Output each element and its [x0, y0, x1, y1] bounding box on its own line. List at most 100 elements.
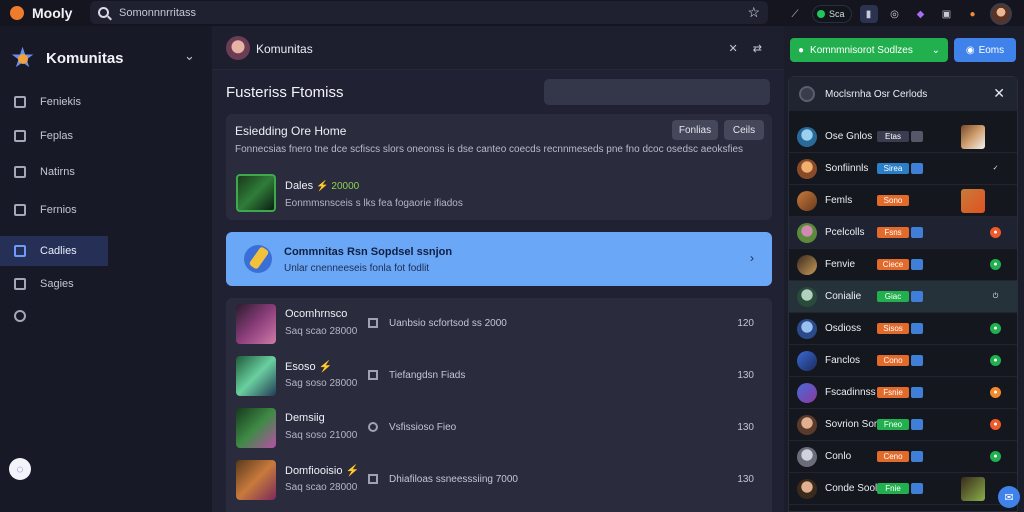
community-avatar[interactable]	[226, 36, 250, 60]
member-row[interactable]: Fenvie Ciece ●	[789, 249, 1017, 281]
member-badge: Ciece	[877, 259, 909, 270]
row-thumbnail	[236, 408, 276, 448]
help-icon[interactable]: ◌	[9, 458, 31, 480]
member-avatar	[797, 447, 817, 467]
gem-icon[interactable]: ◆	[912, 5, 930, 23]
member-row[interactable]: Pcelcolls Fsns ●	[789, 217, 1017, 249]
promo-subtitle: Unlar cnenneeseis fonla fot fodlit	[284, 263, 430, 274]
shield-icon	[14, 166, 26, 178]
member-avatar	[797, 127, 817, 147]
row-thumbnail	[236, 304, 276, 344]
search-input[interactable]: Somonnnrritass ☆	[90, 1, 768, 24]
top-bar: Mooly Somonnnrritass ☆ ⟋ Sca ▮ ◎ ◆ ▣ ●	[0, 0, 1024, 26]
status-pill[interactable]: Sca	[812, 5, 852, 23]
member-badge: Fsnie	[877, 387, 909, 398]
sidebar-item-sagies[interactable]: Sagies	[0, 269, 108, 299]
sidebar-item-label: Feniekis	[40, 96, 81, 108]
sidebar-item-feplas[interactable]: Feplas	[0, 121, 108, 151]
member-avatar	[797, 319, 817, 339]
game-tag: ⚡ 20000	[316, 181, 360, 192]
member-avatar	[797, 223, 817, 243]
member-avatar	[797, 255, 817, 275]
community-logo-icon	[10, 41, 36, 74]
featured-button-1[interactable]: Fonlias	[672, 120, 718, 140]
star-icon[interactable]: ☆	[747, 4, 760, 21]
chevron-down-icon[interactable]: ⌄	[184, 48, 195, 64]
member-avatar	[797, 287, 817, 307]
featured-card: Esiedding Ore Home Fonlias Ceils Fonnecs…	[226, 114, 772, 220]
image-icon[interactable]: ▣	[938, 5, 956, 23]
member-row[interactable]: Conlo Ceno ●	[789, 441, 1017, 473]
members-panel-header: Moclsrnha Osr Cerlods ✕	[789, 77, 1017, 111]
chat-bubble-icon[interactable]: ✉	[998, 486, 1020, 508]
list-item[interactable]: Domfiooisio ⚡ Saq scao 28000 Dhiafiloas …	[226, 454, 772, 506]
user-avatar[interactable]	[989, 3, 1012, 25]
member-name: Conlo	[825, 451, 852, 462]
member-name: Conialie	[825, 291, 862, 302]
sidebar-item-feniekis[interactable]: Feniekis	[0, 87, 108, 117]
row-count: 130	[737, 370, 754, 381]
member-avatar	[797, 351, 817, 371]
discord-icon[interactable]: ◎	[886, 5, 904, 23]
member-avatar	[797, 479, 817, 499]
member-row[interactable]: Sovrion Soraiaeiis Fneo ●	[789, 409, 1017, 441]
flag-icon[interactable]: ⟋	[786, 5, 804, 23]
member-badge: Sisos	[877, 323, 909, 334]
sidebar-item-extra[interactable]	[0, 301, 108, 331]
bookmark-icon[interactable]: ▮	[859, 5, 878, 23]
community-name: Komunitas	[256, 42, 313, 56]
featured-button-2[interactable]: Ceils	[724, 120, 764, 140]
row-name: Demsiig	[285, 412, 325, 424]
app-logo-icon[interactable]	[10, 6, 24, 20]
member-row[interactable]: Fanclos Cono ●	[789, 345, 1017, 377]
sidebar-item-cadlies[interactable]: Cadlies	[0, 236, 108, 266]
member-badge: Etas	[877, 131, 909, 142]
community-dropdown-button[interactable]: ● Komnmnisorot Sodlzes ⌄	[790, 38, 948, 62]
member-badge: Sono	[877, 195, 909, 206]
header-actions[interactable]: ✕ ⇄	[729, 42, 769, 55]
home-button[interactable]: ◉ Eoms	[954, 38, 1016, 62]
member-row[interactable]: Conde Soola Fnie	[789, 473, 1017, 505]
status-dot-icon: ●	[990, 451, 1001, 462]
status-label: Sca	[829, 9, 845, 19]
member-avatar	[797, 191, 817, 211]
promo-banner[interactable]: Commnitas Rsn Sopdsel ssnjon Unlar cnenn…	[226, 232, 772, 286]
fire-icon[interactable]: ●	[964, 5, 982, 23]
game-list: Ocomhrnsco Saq scao 28000 Uanbsio scfort…	[226, 298, 772, 512]
sidebar-header[interactable]: Komunitas	[0, 26, 212, 90]
sidebar-item-fernios[interactable]: Fernios	[0, 195, 108, 225]
close-icon[interactable]: ✕	[993, 85, 1005, 102]
game-subtitle: Eonmmsnsceis s lks fea fogaorie ifiados	[285, 198, 463, 209]
member-name: Sonfiinnls	[825, 163, 869, 174]
row-desc: Vsfissioso Fieo	[389, 422, 457, 433]
row-count: 130	[737, 422, 754, 433]
member-row[interactable]: Femls Sono	[789, 185, 1017, 217]
list-item[interactable]: Demsiig Saq soso 21000 Vsfissioso Fieo 1…	[226, 402, 772, 454]
list-item[interactable]: Esoso ⚡ Sag soso 28000 Tiefangdsn Fiads …	[226, 350, 772, 402]
row-name: Ocomhrnsco	[285, 308, 348, 320]
row-name: Domfiooisio ⚡	[285, 465, 360, 477]
game-thumbnail[interactable]	[236, 174, 276, 212]
list-item[interactable]: Ocomhrnsco Saq scao 28000 Uanbsio scfort…	[226, 298, 772, 350]
member-media	[961, 125, 985, 149]
member-row[interactable]: Ose Gnlos Etas	[789, 121, 1017, 153]
row-sub: Saq scao 28000	[285, 326, 358, 337]
main-search-input[interactable]	[544, 79, 770, 105]
member-row[interactable]: Sonfiinnls Sirea ✓	[789, 153, 1017, 185]
member-row[interactable]: Osdioss Sisos ●	[789, 313, 1017, 345]
badge-icon	[911, 227, 923, 238]
member-badge: Fsns	[877, 227, 909, 238]
chevron-down-icon: ⌄	[931, 44, 940, 56]
row-thumbnail	[236, 460, 276, 500]
sidebar-item-natirns[interactable]: Natirns	[0, 157, 108, 187]
member-row[interactable]: Conialie Giac ⏻	[789, 281, 1017, 313]
member-badge: Fneo	[877, 419, 909, 430]
green-button-label: Komnmnisorot Sodlzes	[810, 44, 913, 56]
promo-title: Commnitas Rsn Sopdsel ssnjon	[284, 246, 453, 258]
online-dot-icon	[817, 10, 825, 18]
member-badge: Giac	[877, 291, 909, 302]
gamepad-icon	[368, 474, 378, 484]
row-count: 130	[737, 474, 754, 485]
member-row[interactable]: Fscadinnss Fsnie ●	[789, 377, 1017, 409]
member-badge: Ceno	[877, 451, 909, 462]
